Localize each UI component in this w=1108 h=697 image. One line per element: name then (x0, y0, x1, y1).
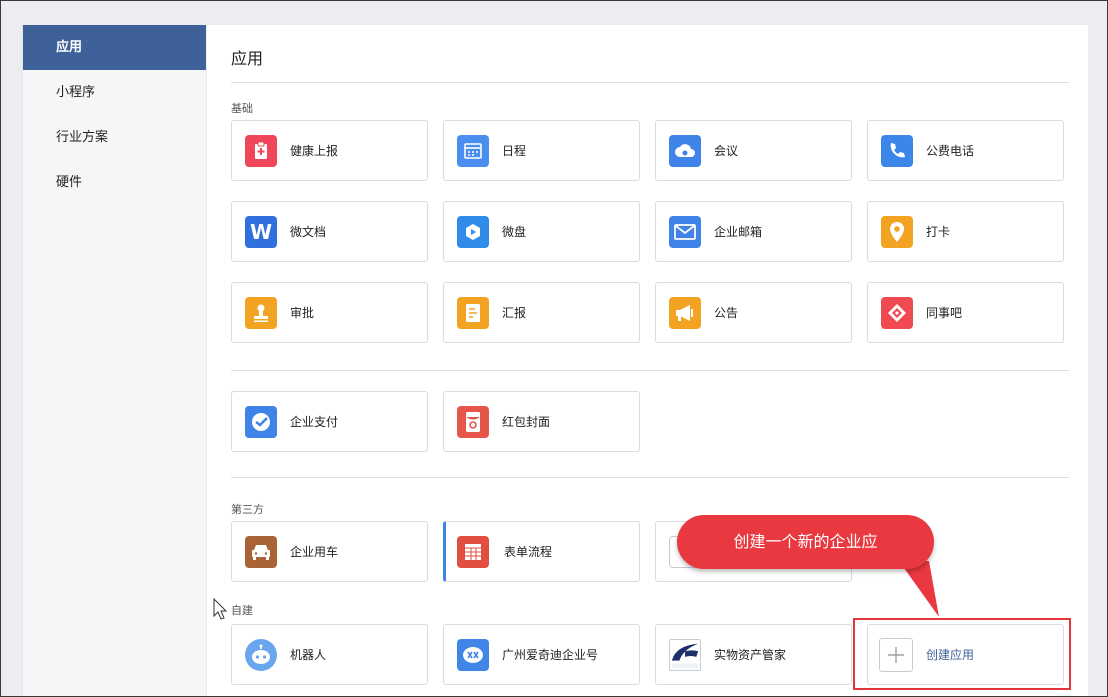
app-card-health-report[interactable]: 健康上报 (231, 120, 428, 181)
colleague-icon (881, 297, 913, 329)
app-label: 广州爱奇迪企业号 (502, 648, 599, 662)
megaphone-icon (669, 297, 701, 329)
app-card-mail[interactable]: 企业邮箱 (655, 201, 852, 262)
sidebar-item-hardware[interactable]: 硬件 (23, 160, 206, 205)
app-card-phone[interactable]: 公费电话 (867, 120, 1064, 181)
app-card-announcement[interactable]: 公告 (655, 282, 852, 343)
sidebar-item-industry-solutions[interactable]: 行业方案 (23, 115, 206, 160)
app-card-robot[interactable]: 机器人 (231, 624, 428, 685)
app-card-colleague[interactable]: 同事吧 (867, 282, 1064, 343)
app-label: 表单流程 (504, 545, 553, 559)
section-label-basic: 基础 (231, 102, 253, 115)
location-pin-icon (881, 216, 913, 248)
form-icon (457, 536, 489, 568)
sidebar-item-apps[interactable]: 应用 (23, 25, 206, 70)
app-label: 健康上报 (290, 144, 339, 158)
car-icon (245, 536, 277, 568)
cloud-icon (669, 135, 701, 167)
app-card-drive[interactable]: 微盘 (443, 201, 640, 262)
app-label: 公告 (714, 306, 739, 320)
app-label: 审批 (290, 306, 315, 320)
app-label: 公费电话 (926, 144, 975, 158)
sidebar: 应用 小程序 行业方案 硬件 (22, 25, 206, 696)
app-label: 日程 (502, 144, 527, 158)
drive-icon (457, 216, 489, 248)
app-card-checkin[interactable]: 打卡 (867, 201, 1064, 262)
highlight-box (853, 618, 1071, 690)
app-card-aiqidi[interactable]: 广州爱奇迪企业号 (443, 624, 640, 685)
app-label: 微文档 (290, 225, 327, 239)
mouse-cursor-icon (213, 598, 227, 620)
app-label: 企业邮箱 (714, 225, 763, 239)
app-label: 打卡 (926, 225, 951, 239)
app-label: 会议 (714, 144, 739, 158)
callout-pointer (881, 561, 939, 617)
app-label: 机器人 (290, 648, 327, 662)
divider (231, 370, 1069, 371)
asset-logo-icon (669, 639, 701, 671)
app-label: 企业用车 (290, 545, 339, 559)
health-report-icon (245, 135, 277, 167)
app-card-schedule[interactable]: 日程 (443, 120, 640, 181)
robot-icon (245, 639, 277, 671)
red-envelope-icon (457, 406, 489, 438)
aiqidi-logo-icon (457, 639, 489, 671)
divider (231, 477, 1069, 478)
app-label: 红包封面 (502, 415, 551, 429)
stamp-icon (245, 297, 277, 329)
app-card-meeting[interactable]: 会议 (655, 120, 852, 181)
app-label: 微盘 (502, 225, 527, 239)
app-card-asset-manager[interactable]: 实物资产管家 (655, 624, 852, 685)
app-card-red-envelope[interactable]: 红包封面 (443, 391, 640, 452)
app-label: 企业支付 (290, 415, 339, 429)
divider (231, 82, 1069, 83)
page-title: 应用 (231, 49, 264, 68)
app-card-car[interactable]: 企业用车 (231, 521, 428, 582)
payment-icon (245, 406, 277, 438)
mail-icon (669, 216, 701, 248)
app-label: 汇报 (502, 306, 527, 320)
report-doc-icon (457, 297, 489, 329)
app-label: 实物资产管家 (714, 648, 787, 662)
app-window: 应用 小程序 行业方案 硬件 应用 基础 健康上报 日程 会议 公费电话 W 微… (0, 0, 1108, 697)
app-card-docs[interactable]: W 微文档 (231, 201, 428, 262)
phone-icon (881, 135, 913, 167)
callout-bubble: 创建一个新的企业应 (677, 515, 934, 569)
section-label-third-party: 第三方 (231, 503, 264, 516)
app-label: 同事吧 (926, 306, 963, 320)
calendar-icon (457, 135, 489, 167)
section-label-self-built: 自建 (231, 604, 253, 617)
app-card-form-flow[interactable]: 表单流程 (443, 521, 640, 582)
app-card-report[interactable]: 汇报 (443, 282, 640, 343)
word-doc-icon: W (245, 216, 277, 248)
sidebar-item-mini-programs[interactable]: 小程序 (23, 70, 206, 115)
main-panel: 应用 基础 健康上报 日程 会议 公费电话 W 微文档 微盘 企业邮箱 打卡 审… (207, 25, 1088, 696)
app-card-payment[interactable]: 企业支付 (231, 391, 428, 452)
app-card-approval[interactable]: 审批 (231, 282, 428, 343)
